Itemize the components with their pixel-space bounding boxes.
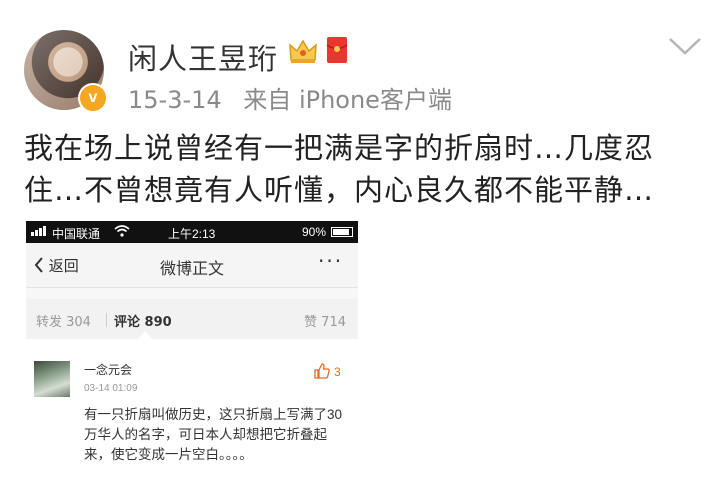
nav-title: 微博正文 [159,259,224,278]
comment-time: 03-14 01:09 [84,383,138,394]
embedded-screenshot[interactable]: 中国联通 上午2:13 90% 返回 微博正文 ··· 转发 304 评论 89… [26,221,358,491]
tab-comments[interactable]: 评论 890 [114,311,172,330]
status-bar: 中国联通 上午2:13 90% [26,221,358,243]
post-meta: 15-3-14 来自 iPhone客户端 [128,80,466,115]
comment-like-count: 3 [334,365,341,379]
post-date: 15-3-14 [128,86,222,114]
comment-item: 一念元会 03-14 01:09 3 有一只折扇叫做历史，这只折扇上写满了30万… [26,339,358,491]
commenter-name[interactable]: 一念元会 [84,361,132,378]
commenter-avatar[interactable] [34,361,70,397]
tab-likes[interactable]: 赞 714 [304,311,346,330]
carrier-label: 中国联通 [52,227,101,241]
post-text: 我在场上说曾经有一把满是字的折扇时…几度忍住…不曾想竟有人听懂，内心良久都不能平… [24,131,655,207]
comment-like-button[interactable]: 3 [314,363,341,379]
tab-divider [106,313,107,327]
user-name[interactable]: 闲人王昱珩 [128,36,278,78]
more-button[interactable]: ··· [318,249,343,273]
chevron-down-icon[interactable] [668,36,702,56]
tab-repost[interactable]: 转发 304 [36,311,91,330]
active-tab-caret [138,331,152,339]
battery-icon [331,227,353,237]
post-source[interactable]: 来自 iPhone客户端 [243,86,452,114]
battery-percent: 90% [302,225,327,239]
wifi-icon [114,225,130,237]
comment-text: 有一只折扇叫做历史，这只折扇上写满了30万华人的名字，可日本人却想把它折叠起来，… [84,407,343,462]
status-time: 上午2:13 [168,227,216,241]
signal-icon [31,226,46,236]
thumbs-up-icon [314,363,330,379]
crown-icon[interactable] [288,38,318,64]
battery-fill [333,229,350,235]
tab-bar: 转发 304 评论 890 赞 714 [26,299,358,339]
nav-bar: 返回 微博正文 ··· [26,243,358,288]
verified-badge-icon: v [78,83,108,113]
red-envelope-icon[interactable] [326,36,348,64]
